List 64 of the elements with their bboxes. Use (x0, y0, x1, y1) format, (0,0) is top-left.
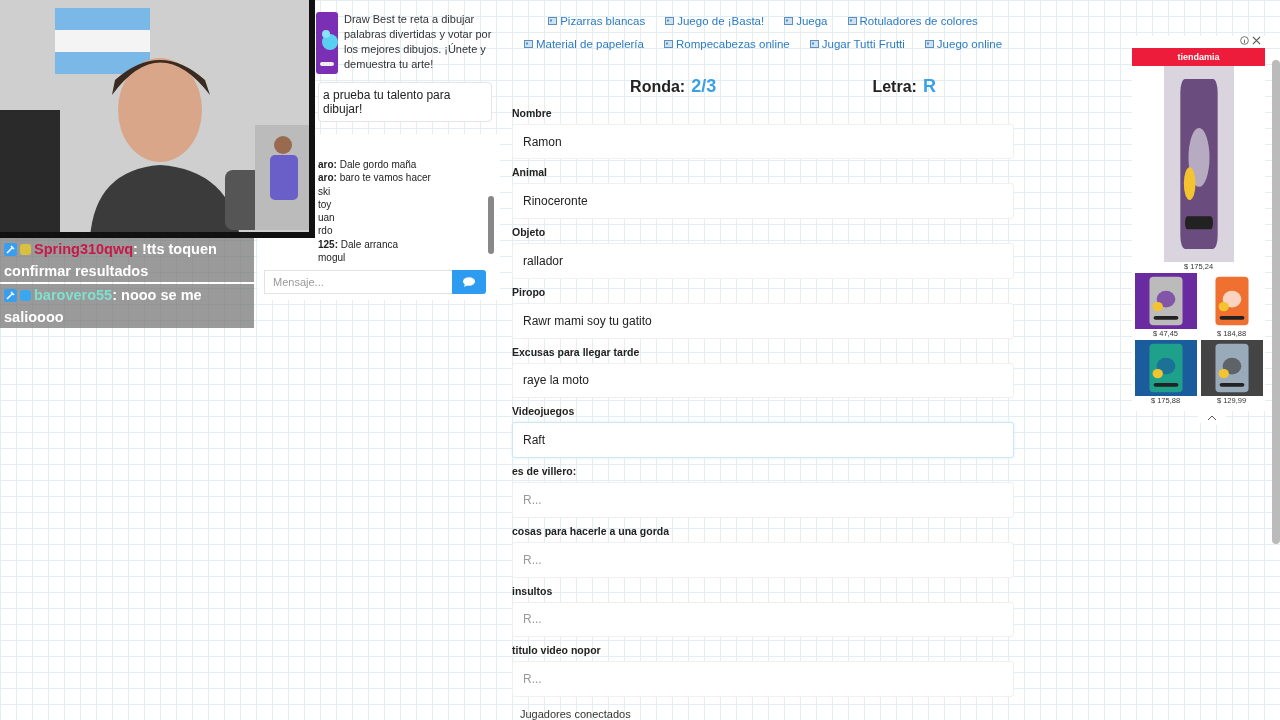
link-icon (663, 40, 673, 49)
category-link[interactable]: Rompecabezas online (663, 38, 790, 51)
field-label: insultos (512, 584, 554, 597)
field-label: Objeto (512, 226, 547, 239)
field-label: titulo video nopor (512, 644, 602, 657)
send-button[interactable] (452, 270, 486, 295)
promo-text: Draw Best te reta a dibujar palabras divertidas y votar por los mejores dibujos. ¡Únete y demuestra tu arte! (344, 12, 493, 72)
field-label: cosas para hacerle a una gorda (512, 524, 670, 537)
badge-icon (4, 243, 17, 256)
message-field[interactable]: Mensaje... (264, 270, 452, 295)
chat-message: uan (317, 211, 336, 225)
field-label: Animal (512, 166, 548, 179)
chat-bubble-icon (463, 277, 475, 288)
field-label: Nombre (512, 106, 553, 119)
category-link[interactable]: Jugar Tutti Frutti (809, 38, 905, 51)
letter-indicator: Letra: R (872, 75, 936, 97)
badge-icon (19, 289, 32, 302)
info-icon[interactable] (1240, 36, 1249, 45)
category-link[interactable]: Juego de ¡Basta! (665, 15, 765, 28)
chat-message: aro: Dale gordo maña (317, 158, 418, 172)
link-icon (665, 17, 675, 26)
ad-brand[interactable]: tiendamia (1132, 48, 1265, 66)
chat-message: rdo (317, 224, 334, 238)
answer-field[interactable]: R... (512, 541, 1014, 578)
promo-cta[interactable]: a prueba tu talento para dibujar! (318, 82, 492, 122)
chat-message: aro: baro te vamos hacer (317, 171, 432, 185)
category-link[interactable]: Pizarras blancas (548, 15, 646, 28)
link-icon (847, 17, 857, 26)
scrollbar[interactable] (1272, 60, 1280, 544)
link-icon (809, 40, 819, 49)
link-icon (548, 17, 558, 26)
answer-field[interactable]: Rinoceronte (512, 183, 1014, 220)
scrollbar[interactable] (488, 196, 494, 254)
stream-chat-message: barovero55: nooo se me salioooo (0, 284, 254, 328)
stream-chat-message: Spring310qwq: !tts toquen confirmar resultados (0, 238, 254, 282)
link-icon (924, 40, 934, 49)
field-label: Piropo (512, 285, 547, 298)
category-link[interactable]: Juega (784, 15, 828, 28)
badge-icon (19, 243, 32, 256)
answer-field[interactable]: Ramon (512, 123, 1014, 160)
answer-field[interactable]: raye la moto (512, 362, 1014, 399)
close-icon[interactable] (1252, 36, 1261, 45)
answer-field[interactable]: Raft (512, 422, 1014, 459)
answer-field[interactable]: R... (512, 601, 1014, 638)
field-label: Videojuegos (512, 405, 576, 418)
chat-message: 125: Dale arranca (317, 237, 400, 252)
category-link[interactable]: Material de papelería (523, 38, 644, 51)
category-link[interactable]: Rotuladores de colores (847, 15, 978, 28)
chevron-up-icon (1207, 415, 1217, 421)
answer-field[interactable]: Rawr mami soy tu gatito (512, 302, 1014, 339)
field-label: es de villero: (512, 465, 578, 478)
round-indicator: Ronda: 2/3 (630, 75, 717, 97)
chat-message: ski (317, 184, 332, 198)
answer-field[interactable]: R... (512, 661, 1014, 697)
link-icon (523, 40, 533, 49)
chat-message: toy (317, 197, 333, 212)
answer-field[interactable]: rallador (512, 243, 1014, 279)
field-label: Excusas para llegar tarde (512, 345, 641, 358)
players-heading: Jugadores conectados (520, 708, 632, 720)
badge-icon (4, 289, 17, 302)
chat-message: mogul (317, 251, 347, 265)
answer-field[interactable]: R... (512, 482, 1014, 518)
category-link[interactable]: Juego online (924, 38, 1003, 51)
link-icon (784, 17, 794, 26)
